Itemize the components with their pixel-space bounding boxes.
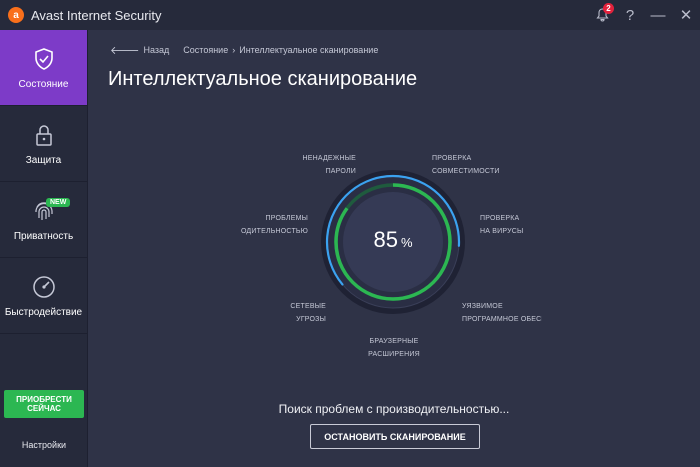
sidebar-item-privacy[interactable]: NEW Приватность bbox=[0, 182, 87, 258]
close-button[interactable]: ✕ bbox=[672, 0, 700, 30]
scan-percentage-value: 85 bbox=[373, 227, 398, 252]
sidebar-item-performance[interactable]: Быстродействие bbox=[0, 258, 87, 334]
label-performance-issues: ПРОБЛЕМЫ ОДИТЕЛЬНОСТЬЮ bbox=[240, 215, 308, 235]
app-title: Avast Internet Security bbox=[31, 7, 162, 23]
back-arrow-icon[interactable]: 🡐 bbox=[110, 43, 140, 57]
sidebar-item-status[interactable]: Состояние bbox=[0, 30, 87, 106]
label-virus-check: ПРОВЕРКА НА ВИРУСЫ bbox=[480, 215, 524, 235]
breadcrumb-separator: › bbox=[232, 45, 236, 55]
lock-icon bbox=[30, 121, 58, 149]
notification-count-badge: 2 bbox=[603, 3, 614, 14]
sidebar-item-label: Защита bbox=[25, 155, 62, 166]
settings-link[interactable]: Настройки bbox=[0, 440, 88, 450]
label-weak-passwords: НЕНАДЕЖНЫЕ ПАРОЛИ bbox=[302, 155, 356, 175]
sidebar-item-label: Приватность bbox=[13, 231, 74, 242]
title-bar: a Avast Internet Security 2 ? — ✕ bbox=[0, 0, 700, 30]
breadcrumb-current: Интеллектуальное сканирование bbox=[239, 45, 379, 55]
new-badge: NEW bbox=[46, 198, 71, 207]
sidebar: Состояние Защита NEW Приватность Быстрод… bbox=[0, 30, 88, 467]
scan-status-text: Поиск проблем с производительностью... bbox=[278, 402, 510, 416]
notifications-button[interactable]: 2 bbox=[588, 0, 616, 30]
shield-check-icon bbox=[30, 45, 58, 73]
back-link[interactable]: Назад bbox=[144, 45, 170, 55]
scan-percentage: 85% bbox=[318, 227, 468, 253]
sidebar-item-label: Быстродействие bbox=[4, 307, 83, 318]
page-title: Интеллектуальное сканирование bbox=[108, 68, 418, 90]
speedometer-icon bbox=[30, 273, 58, 301]
sidebar-item-protection[interactable]: Защита bbox=[0, 106, 87, 182]
stop-scan-button[interactable]: ОСТАНОВИТЬ СКАНИРОВАНИЕ bbox=[310, 424, 480, 449]
label-compatibility-check: ПРОВЕРКА СОВМЕСТИМОСТИ bbox=[432, 155, 500, 175]
breadcrumb: 🡐 Назад Состояние › Интеллектуальное ска… bbox=[110, 43, 378, 57]
avast-logo: a bbox=[8, 7, 24, 23]
label-vulnerable-software: УЯЗВИМОЕ ПРОГРАММНОЕ ОБЕСП bbox=[462, 303, 542, 323]
breadcrumb-parent[interactable]: Состояние bbox=[183, 45, 228, 55]
label-network-threats: СЕТЕВЫЕ УГРОЗЫ bbox=[290, 303, 326, 323]
scan-percentage-unit: % bbox=[400, 235, 413, 250]
label-browser-extensions: БРАУЗЕРНЫЕ РАСШИРЕНИЯ bbox=[368, 338, 420, 358]
sidebar-item-label: Состояние bbox=[18, 79, 69, 90]
help-button[interactable]: ? bbox=[616, 0, 644, 30]
buy-now-button[interactable]: ПРИОБРЕСТИ СЕЙЧАС bbox=[4, 390, 84, 418]
minimize-button[interactable]: — bbox=[644, 0, 672, 30]
